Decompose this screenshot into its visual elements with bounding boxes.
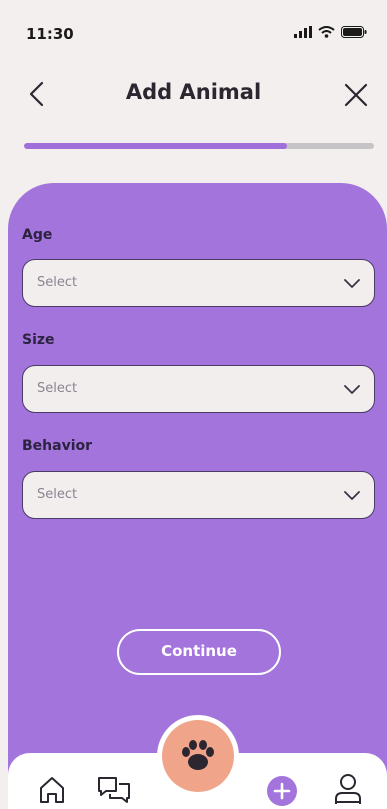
paw-icon	[182, 740, 214, 770]
close-icon	[344, 83, 368, 107]
add-icon[interactable]	[266, 775, 298, 807]
status-bar: 11:30	[0, 0, 387, 60]
chevron-down-icon	[344, 491, 360, 500]
close-button[interactable]	[343, 82, 369, 108]
behavior-select-value: Select	[37, 487, 78, 502]
chevron-down-icon	[344, 279, 360, 288]
behavior-select[interactable]: Select	[22, 471, 375, 519]
battery-icon	[341, 26, 367, 38]
size-label: Size	[22, 332, 55, 348]
profile-icon[interactable]	[333, 772, 363, 806]
size-select[interactable]: Select	[22, 365, 375, 413]
status-time: 11:30	[26, 25, 74, 43]
paw-button[interactable]	[162, 720, 234, 792]
age-select[interactable]: Select	[22, 259, 375, 307]
chevron-down-icon	[344, 385, 360, 394]
age-select-value: Select	[37, 275, 78, 290]
header: Add Animal	[0, 70, 387, 118]
age-label: Age	[22, 227, 53, 243]
wifi-icon	[318, 26, 335, 38]
status-icons	[294, 26, 367, 38]
signal-icon	[294, 26, 312, 38]
progress-bar	[24, 143, 374, 149]
continue-button[interactable]: Continue	[117, 629, 281, 675]
chat-icon[interactable]	[96, 774, 132, 808]
progress-fill	[24, 143, 287, 149]
behavior-label: Behavior	[22, 438, 93, 454]
home-icon[interactable]	[37, 775, 67, 805]
size-select-value: Select	[37, 381, 78, 396]
page-title: Add Animal	[125, 80, 262, 104]
